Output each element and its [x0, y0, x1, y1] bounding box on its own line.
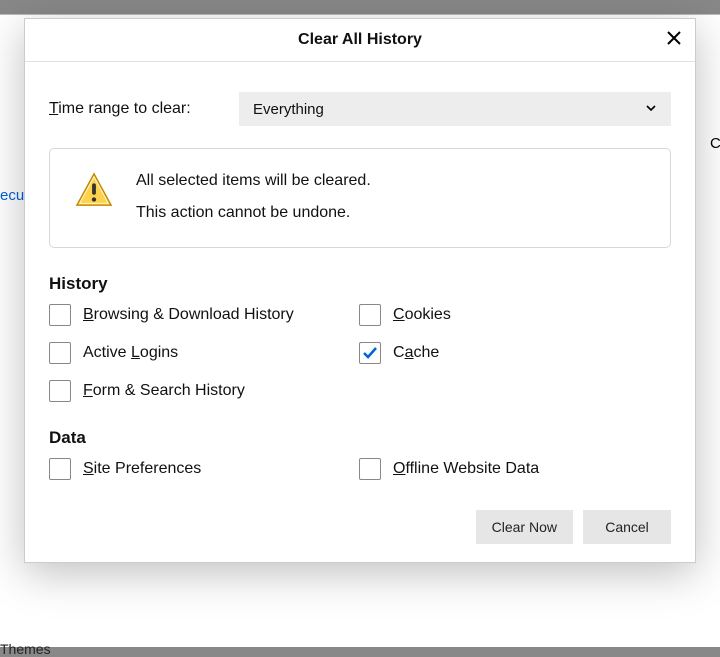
bg-link-partial[interactable]: ecu	[0, 187, 24, 204]
time-range-row: Time range to clear: Everything	[49, 92, 671, 126]
checkbox-box	[49, 304, 71, 326]
checkbox-label: Cookies	[393, 306, 451, 324]
dialog-title: Clear All History	[25, 19, 695, 61]
checkbox-box	[359, 342, 381, 364]
cancel-button[interactable]: Cancel	[583, 510, 671, 544]
bg-themes-text: Themes	[0, 641, 51, 657]
clear-now-button[interactable]: Clear Now	[476, 510, 573, 544]
checkbox-cookies[interactable]: Cookies	[359, 304, 671, 326]
bg-right-partial: C	[710, 135, 720, 152]
close-icon	[667, 31, 681, 49]
warning-text: All selected items will be cleared. This…	[120, 169, 652, 225]
checkbox-box	[359, 304, 381, 326]
time-range-value: Everything	[253, 101, 324, 118]
checkbox-label: Site Preferences	[83, 460, 201, 478]
dialog-footer: Clear Now Cancel	[49, 510, 671, 544]
checkbox-browsing-history[interactable]: Browsing & Download History	[49, 304, 359, 326]
checkbox-box	[49, 380, 71, 402]
chevron-down-icon	[645, 101, 657, 118]
time-range-select[interactable]: Everything	[239, 92, 671, 126]
close-button[interactable]	[659, 25, 689, 55]
warning-panel: All selected items will be cleared. This…	[49, 148, 671, 248]
checkbox-label: Offline Website Data	[393, 460, 539, 478]
checkbox-form-history[interactable]: Form & Search History	[49, 380, 359, 402]
warning-icon	[68, 169, 120, 209]
checkbox-active-logins[interactable]: Active Logins	[49, 342, 359, 364]
section-history: History	[49, 274, 671, 294]
checkbox-site-preferences[interactable]: Site Preferences	[49, 458, 359, 480]
checkbox-label: Active Logins	[83, 344, 178, 362]
time-range-label-text: ime range to clear:	[58, 100, 191, 117]
checkbox-offline-data[interactable]: Offline Website Data	[359, 458, 671, 480]
checkbox-label: Cache	[393, 344, 439, 362]
checkbox-label: Form & Search History	[83, 382, 245, 400]
checkbox-box	[49, 342, 71, 364]
warning-line1: All selected items will be cleared.	[136, 169, 652, 193]
app-background: ecu C Themes Clear All History Time rang…	[0, 0, 720, 648]
checkbox-box	[359, 458, 381, 480]
data-options: Site Preferences Offline Website Data	[49, 458, 671, 480]
warning-line2: This action cannot be undone.	[136, 201, 652, 225]
checkbox-box	[49, 458, 71, 480]
dialog-body: Time range to clear: Everything	[25, 62, 695, 562]
checkbox-cache[interactable]: Cache	[359, 342, 671, 364]
section-data: Data	[49, 428, 671, 448]
dialog-header: Clear All History	[25, 19, 695, 62]
time-range-label: Time range to clear:	[49, 100, 239, 118]
time-range-accesskey: T	[49, 100, 58, 117]
clear-history-dialog: Clear All History Time range to clear: E…	[24, 18, 696, 563]
checkbox-label: Browsing & Download History	[83, 306, 294, 324]
history-options: Browsing & Download History Cookies Acti…	[49, 304, 671, 402]
